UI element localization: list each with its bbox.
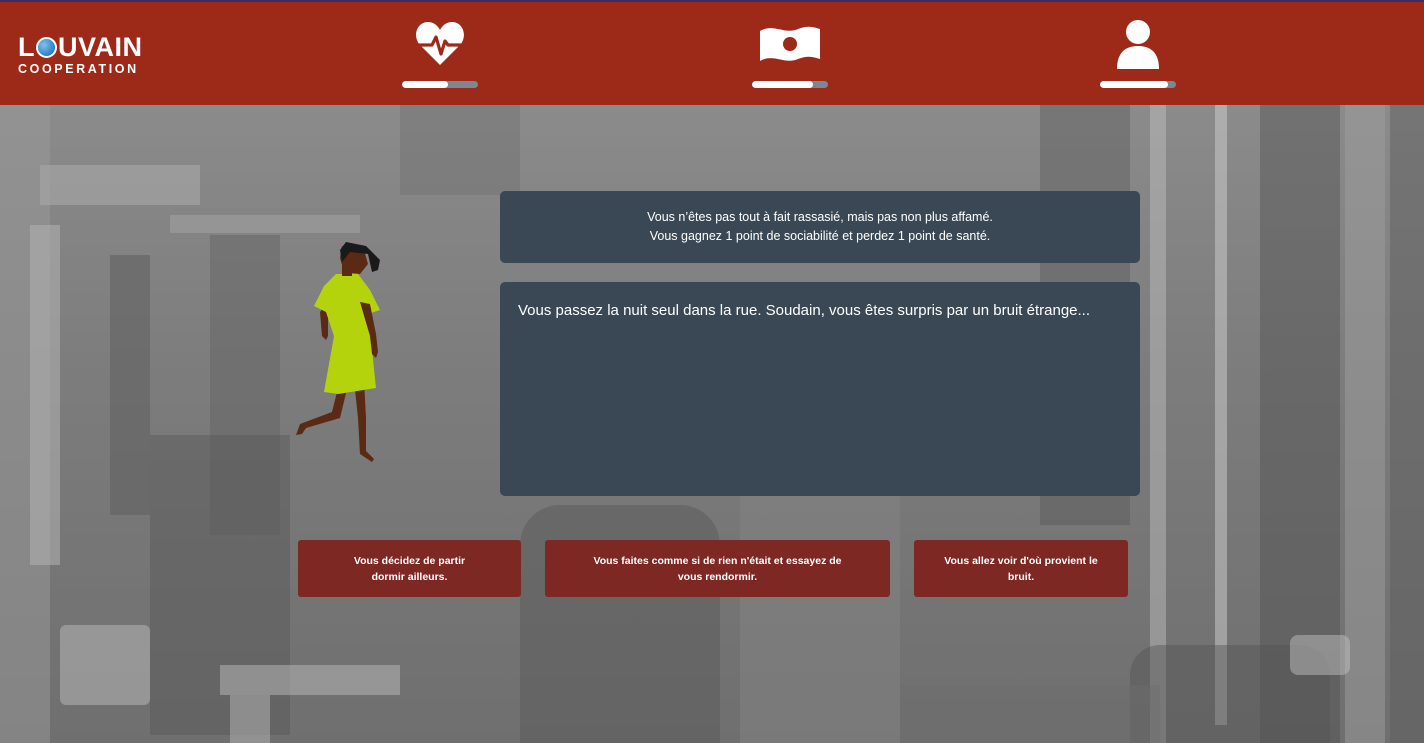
choice-label: Vous allez voir d'où provient le bruit. — [944, 554, 1098, 583]
choice-button-investigate-noise[interactable]: Vous allez voir d'où provient le bruit. — [914, 540, 1128, 597]
money-bar — [752, 81, 828, 88]
health-bar — [402, 81, 478, 88]
player-character — [288, 240, 398, 465]
choice-label: Vous faites comme si de rien n'était et … — [593, 554, 842, 583]
choice-button-sleep-elsewhere[interactable]: Vous décidez de partir dormir ailleurs. — [298, 540, 521, 597]
top-bar: L UVAIN COOPERATION — [0, 0, 1424, 105]
money-stat — [750, 18, 830, 92]
game-screen: L UVAIN COOPERATION Vous n’êtes pas tout… — [0, 0, 1424, 743]
feedback-panel: Vous n’êtes pas tout à fait rassasié, ma… — [500, 191, 1140, 263]
louvain-cooperation-logo: L UVAIN COOPERATION — [18, 34, 168, 78]
story-panel: Vous passez la nuit seul dans la rue. So… — [500, 282, 1140, 496]
sociability-bar — [1100, 81, 1176, 88]
banknote-icon — [750, 18, 830, 70]
choice-button-go-back-to-sleep[interactable]: Vous faites comme si de rien n'était et … — [545, 540, 890, 597]
person-icon — [1098, 18, 1178, 70]
choice-label: Vous décidez de partir dormir ailleurs. — [353, 554, 466, 583]
health-stat — [400, 18, 480, 92]
globe-icon — [36, 37, 57, 58]
sociability-stat — [1098, 18, 1178, 92]
heart-pulse-icon — [400, 18, 480, 70]
story-text: Vous passez la nuit seul dans la rue. So… — [518, 302, 1091, 319]
logo-subtitle: COOPERATION — [18, 62, 139, 76]
feedback-line-1: Vous n’êtes pas tout à fait rassasié, ma… — [647, 210, 993, 224]
feedback-line-2: Vous gagnez 1 point de sociabilité et pe… — [649, 229, 991, 243]
logo-wordmark: L UVAIN — [18, 32, 143, 62]
